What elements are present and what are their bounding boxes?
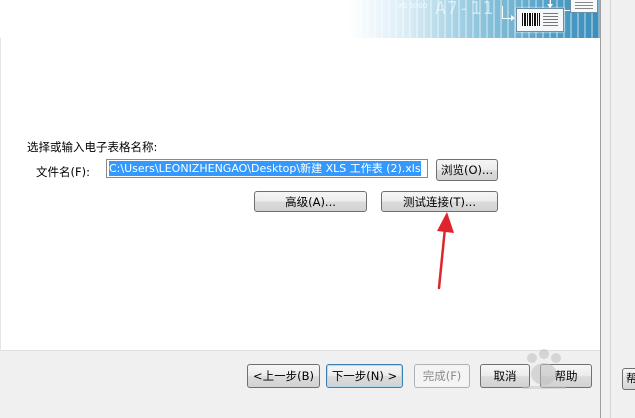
banner-text: A7-11 [435,0,495,19]
document-icon [570,0,598,13]
baidu-jingyan-watermark-icon [522,349,566,389]
file-name-label: 文件名(F): [36,165,90,179]
browse-button[interactable]: 浏览(O)... [436,159,498,181]
background-help-button[interactable]: 帮 [622,368,635,390]
spreadsheet-prompt-label: 选择或输入电子表格名称: [27,140,158,154]
finish-button[interactable]: 完成(F) [414,364,470,388]
content-border [0,38,1,351]
advanced-button[interactable]: 高级(A)... [254,191,367,212]
header-banner: XS 5000 A7-11 [0,0,600,38]
barcode-label-icon [516,8,564,32]
file-name-input[interactable]: C:\Users\LEONIZHENGAO\Desktop\新建 XLS 工作表… [106,159,428,178]
banner-small-text: XS 5000 [398,2,428,10]
window-border [600,0,601,418]
background-window-edge [600,0,635,418]
next-button[interactable]: 下一步(N) > [326,364,403,388]
file-name-value: C:\Users\LEONIZHENGAO\Desktop\新建 XLS 工作表… [109,161,421,176]
back-button[interactable]: <上一步(B) [247,364,320,388]
banner-arrow-icon [511,15,515,21]
wizard-content [0,38,600,338]
window-border [610,0,611,418]
red-arrow-icon [437,212,454,290]
